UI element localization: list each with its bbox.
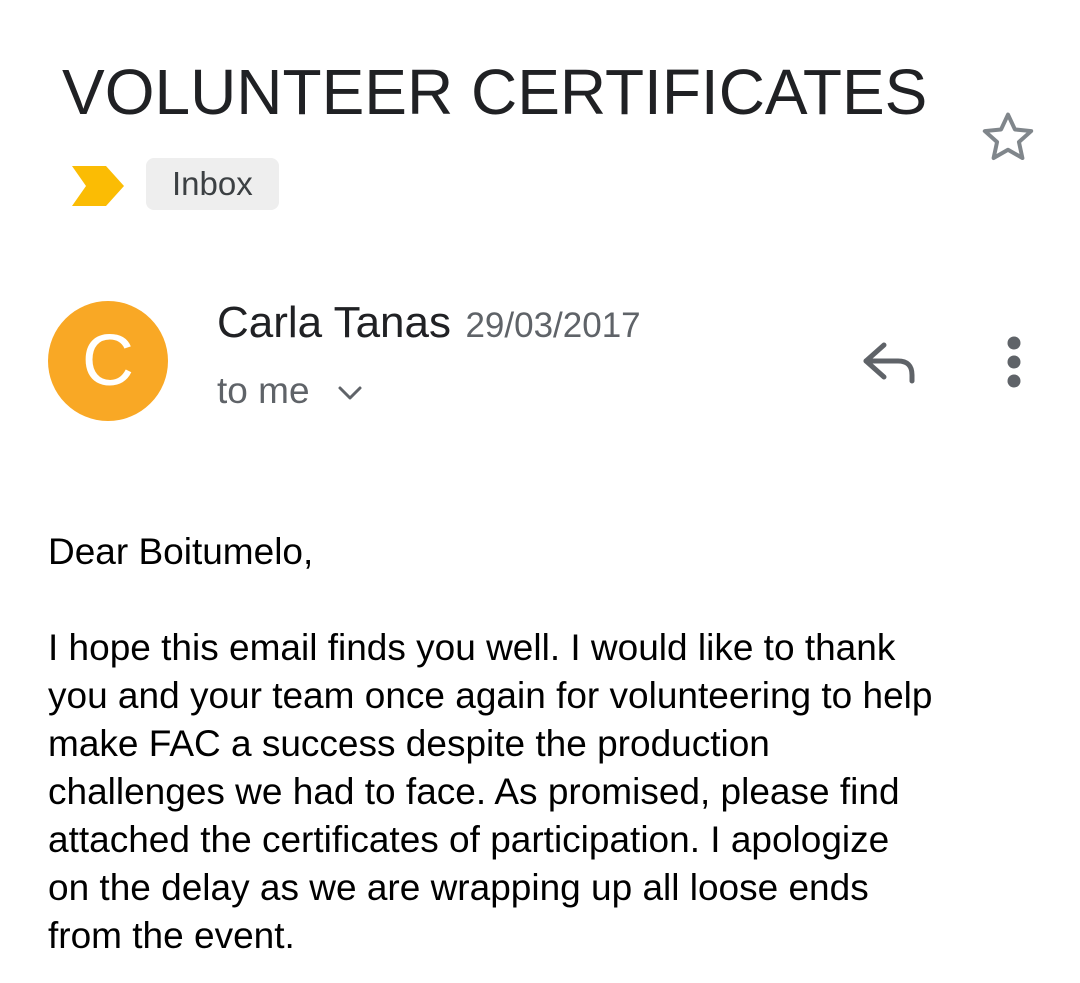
recipient-details-toggle[interactable]: to me [217, 370, 364, 412]
sender-name[interactable]: Carla Tanas [217, 298, 451, 347]
sender-row: Carla Tanas 29/03/2017 [217, 298, 641, 348]
email-greeting: Dear Boitumelo, [48, 531, 314, 572]
reply-icon[interactable] [856, 335, 920, 391]
recipient-label: to me [217, 370, 310, 411]
sent-date: 29/03/2017 [465, 306, 641, 345]
label-chip-inbox[interactable]: Inbox [146, 158, 279, 210]
sender-avatar[interactable]: C [48, 301, 168, 421]
more-options-icon[interactable] [994, 334, 1034, 390]
email-paragraph: I hope this email finds you well. I woul… [48, 627, 933, 956]
email-body: Dear Boitumelo, I hope this email finds … [48, 528, 1048, 960]
star-icon[interactable] [976, 106, 1040, 170]
importance-marker-icon[interactable] [72, 166, 124, 206]
chevron-down-icon[interactable] [336, 383, 364, 403]
email-subject: VOLUNTEER CERTIFICATES [62, 56, 928, 128]
